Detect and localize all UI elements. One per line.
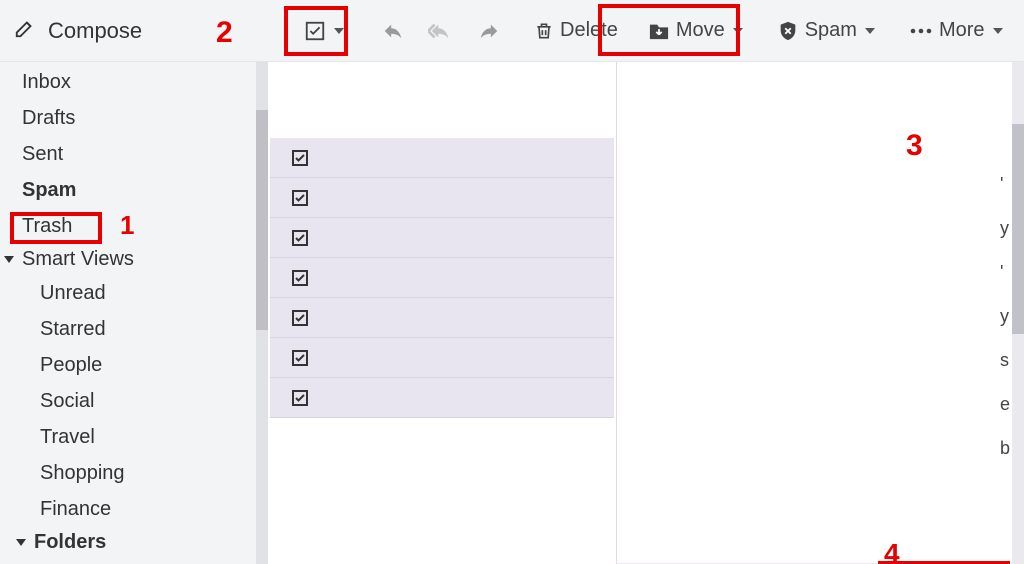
- chevron-down-icon: [993, 28, 1003, 34]
- reply-icon: [382, 20, 404, 42]
- move-dropdown-panel: Inbox: [616, 62, 986, 564]
- more-label: More: [939, 19, 985, 42]
- sidebar-item-starred[interactable]: Starred: [0, 311, 268, 347]
- sidebar-item-sent[interactable]: Sent: [0, 136, 268, 172]
- spam-button[interactable]: Spam: [767, 9, 885, 53]
- sidebar-scrollbar-thumb[interactable]: [256, 110, 268, 330]
- compose-button[interactable]: Compose: [6, 0, 268, 61]
- sidebar-item-shopping[interactable]: Shopping: [0, 455, 268, 491]
- toolbar: Compose: [0, 0, 1024, 62]
- sidebar-section-label: Smart Views: [22, 248, 134, 271]
- message-checkbox[interactable]: [292, 230, 308, 246]
- annotation-box-3: [598, 4, 740, 56]
- sidebar-item-social[interactable]: Social: [0, 383, 268, 419]
- forward-button[interactable]: [468, 9, 510, 53]
- shield-x-icon: [777, 20, 799, 42]
- main-area: Inbox D then 0 3 4 'y'yseb: [268, 62, 1024, 564]
- reply-all-button[interactable]: [418, 9, 464, 53]
- preview-edge-char: y: [1000, 294, 1010, 338]
- sidebar-item-label: Drafts: [22, 107, 75, 129]
- preview-edge-char: ': [1000, 250, 1010, 294]
- sidebar-item-label: Shopping: [40, 462, 125, 484]
- message-checkbox[interactable]: [292, 190, 308, 206]
- more-dots-icon: [909, 26, 933, 36]
- sidebar-item-label: Inbox: [22, 71, 71, 93]
- compose-label: Compose: [48, 18, 142, 44]
- sidebar-item-label: Travel: [40, 426, 95, 448]
- sidebar-item-unread[interactable]: Unread: [0, 275, 268, 311]
- message-row[interactable]: [270, 138, 614, 178]
- message-row[interactable]: [270, 218, 614, 258]
- message-checkbox[interactable]: [292, 270, 308, 286]
- sidebar-item-label: Finance: [40, 498, 111, 520]
- sidebar-item-label: Starred: [40, 318, 106, 340]
- message-checkbox[interactable]: [292, 350, 308, 366]
- sidebar-item-label: Spam: [22, 179, 76, 201]
- sidebar-item-label: Sent: [22, 143, 63, 165]
- sidebar-item-label: Social: [40, 390, 94, 412]
- message-list: [270, 138, 614, 418]
- preview-edge-char: y: [1000, 206, 1010, 250]
- message-row[interactable]: [270, 338, 614, 378]
- sidebar-item-people[interactable]: People: [0, 347, 268, 383]
- sidebar-item-finance[interactable]: Finance: [0, 491, 268, 527]
- chevron-down-icon: [865, 28, 875, 34]
- sidebar-item-trash[interactable]: Trash: [0, 208, 268, 244]
- preview-edge-char: b: [1000, 426, 1010, 470]
- message-row[interactable]: [270, 298, 614, 338]
- message-row[interactable]: [270, 178, 614, 218]
- preview-edge-char: ': [1000, 162, 1010, 206]
- preview-edge-char: s: [1000, 338, 1010, 382]
- annotation-box-2: [284, 6, 348, 56]
- sidebar-item-spam[interactable]: Spam: [0, 172, 268, 208]
- sidebar-item-label: People: [40, 354, 102, 376]
- sidebar-item-travel[interactable]: Travel: [0, 419, 268, 455]
- sidebar-item-inbox[interactable]: Inbox: [0, 64, 268, 100]
- spam-label: Spam: [805, 19, 857, 42]
- preview-scrollbar-thumb[interactable]: [1012, 124, 1024, 334]
- app-root: Compose: [0, 0, 1024, 564]
- sidebar-item-drafts[interactable]: Drafts: [0, 100, 268, 136]
- reply-all-icon: [428, 20, 454, 42]
- message-checkbox[interactable]: [292, 310, 308, 326]
- reply-button[interactable]: [372, 9, 414, 53]
- sidebar: Inbox Drafts Sent Spam Trash Smart Views…: [0, 62, 268, 564]
- more-button[interactable]: More: [899, 9, 1013, 53]
- preview-edge-text: 'y'yseb: [1000, 162, 1010, 470]
- message-checkbox[interactable]: [292, 150, 308, 166]
- sidebar-section-folders[interactable]: Folders: [0, 527, 268, 558]
- compose-icon: [14, 17, 36, 45]
- sidebar-item-label: Unread: [40, 282, 106, 304]
- sidebar-item-label: Trash: [22, 215, 72, 237]
- forward-icon: [478, 20, 500, 42]
- chevron-down-icon: [16, 539, 26, 546]
- message-checkbox[interactable]: [292, 390, 308, 406]
- sidebar-section-smartviews[interactable]: Smart Views: [0, 244, 268, 275]
- body: Inbox Drafts Sent Spam Trash Smart Views…: [0, 62, 1024, 564]
- message-row[interactable]: [270, 378, 614, 418]
- trash-icon: [534, 20, 554, 42]
- sidebar-section-label: Folders: [34, 531, 106, 554]
- message-row[interactable]: [270, 258, 614, 298]
- chevron-down-icon: [4, 256, 14, 263]
- preview-edge-char: e: [1000, 382, 1010, 426]
